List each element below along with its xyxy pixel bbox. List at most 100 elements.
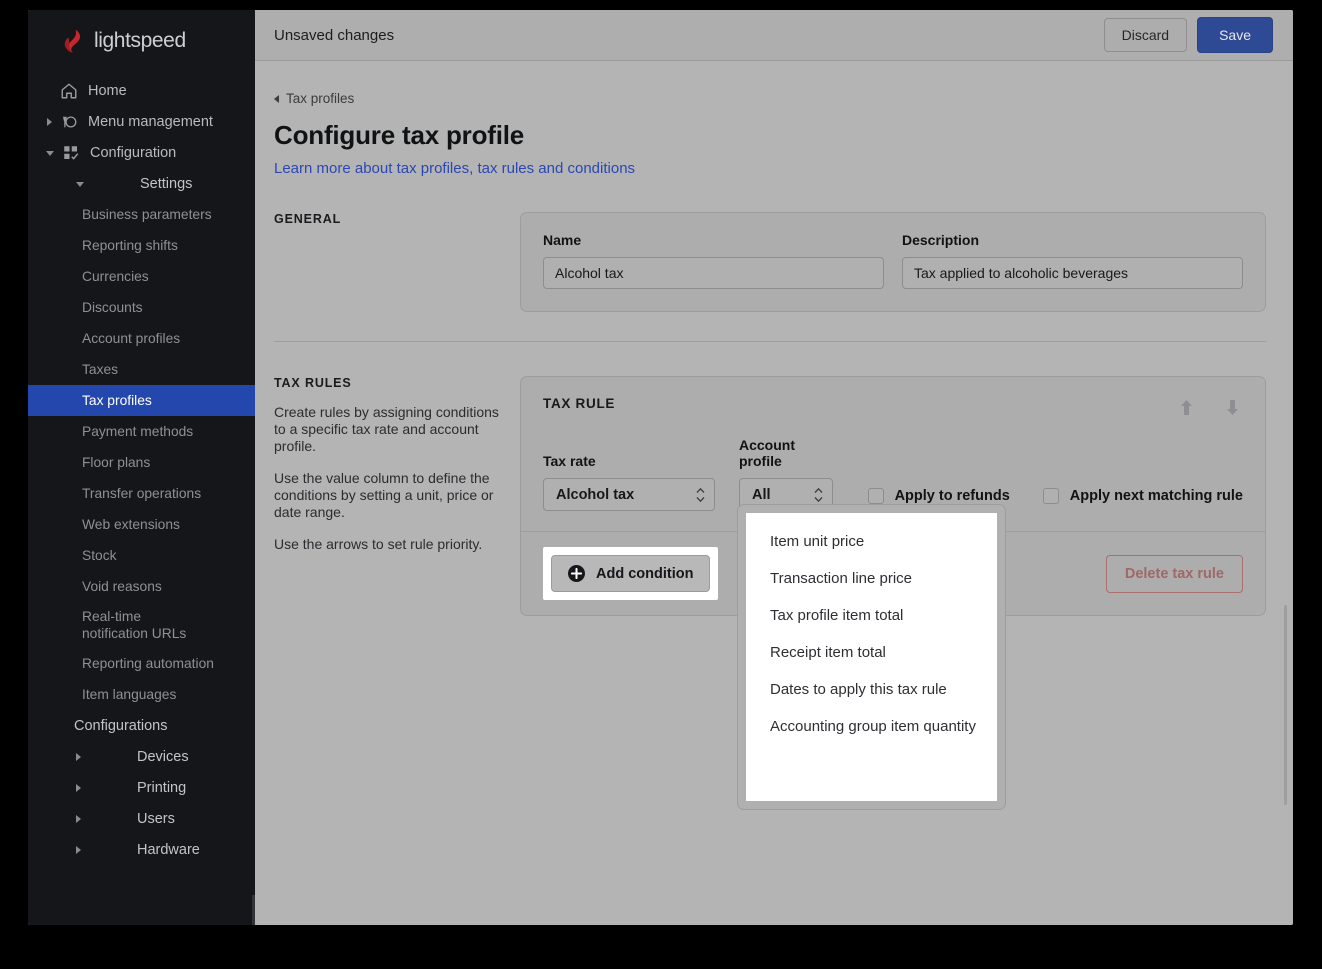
tax-rule-card-header: TAX RULE [543,396,1243,418]
apply-to-refunds-checkbox[interactable]: Apply to refunds [867,488,1010,504]
tax-rules-section-title: TAX RULES [274,376,352,390]
learn-more-link[interactable]: Learn more about tax profiles, tax rules… [274,160,635,177]
menu-management-icon [63,115,77,128]
sidebar-item-menu-management[interactable]: Menu management [28,106,255,137]
page-title: Configure tax profile [274,120,525,150]
sidebar-item-currencies[interactable]: Currencies [28,261,255,292]
general-section-title: GENERAL [274,212,342,226]
sidebar-item-label: Floor plans [82,455,151,470]
dropdown-item-tax-profile-item-total[interactable]: Tax profile item total [746,597,997,634]
tax-rate-label: Tax rate [543,453,596,469]
sidebar-item-label: Printing [137,779,187,796]
sidebar-item-transfer-operations[interactable]: Transfer operations [28,478,255,509]
sidebar-item-devices[interactable]: Devices [28,741,255,772]
sidebar-item-hardware[interactable]: Hardware [28,834,255,865]
dropdown-item-item-unit-price[interactable]: Item unit price [746,523,997,560]
sidebar-item-label: Tax profiles [82,393,152,408]
apply-to-refunds-label: Apply to refunds [894,488,1010,504]
general-fields-row: Name Description [543,232,1243,289]
add-condition-dropdown: Item unit price Transaction line price T… [737,504,1006,810]
add-condition-button[interactable]: Add condition [551,555,711,592]
sidebar-item-reporting-automation[interactable]: Reporting automation [28,648,255,679]
sidebar-item-stock[interactable]: Stock [28,540,255,571]
general-section: GENERAL Name Description [274,212,1293,312]
name-label: Name [543,232,582,248]
sidebar-item-label: Account profiles [82,331,181,346]
dropdown-item-accounting-group-item-quantity[interactable]: Accounting group item quantity [746,708,997,745]
breadcrumb-label: Tax profiles [286,91,355,106]
sidebar-item-account-profiles[interactable]: Account profiles [28,323,255,354]
name-input[interactable] [543,257,884,289]
plus-circle-icon [568,565,585,582]
sidebar-item-floor-plans[interactable]: Floor plans [28,447,255,478]
sidebar-item-configurations[interactable]: Configurations [28,710,255,741]
sidebar-item-label: Reporting automation [82,656,214,671]
description-input[interactable] [902,257,1243,289]
move-rule-up-button[interactable] [1175,396,1197,418]
chevron-down-icon[interactable] [46,151,54,156]
unsaved-changes-bar: Unsaved changes Discard Save [255,10,1293,61]
chevron-right-icon[interactable] [76,845,81,854]
sidebar-item-label: Users [137,810,175,827]
sidebar-item-payment-methods[interactable]: Payment methods [28,416,255,447]
chevron-right-icon[interactable] [76,814,81,823]
sidebar-item-tax-profiles[interactable]: Tax profiles [28,385,255,416]
sidebar-item-settings[interactable]: Settings [28,168,255,199]
chevron-left-icon [274,94,279,103]
sidebar-item-business-parameters[interactable]: Business parameters [28,199,255,230]
sidebar-item-label: Transfer operations [82,486,202,501]
tax-rate-select[interactable]: Alcohol tax [543,478,715,511]
tax-rule-controls: Tax rate Alcohol tax Account profile All… [543,437,1243,511]
apply-next-matching-rule-checkbox[interactable]: Apply next matching rule [1042,488,1243,504]
apply-next-matching-rule-label: Apply next matching rule [1069,488,1243,504]
chevron-right-icon[interactable] [76,783,81,792]
chevron-right-icon[interactable] [76,752,81,761]
dropdown-item-transaction-line-price[interactable]: Transaction line price [746,560,997,597]
sidebar-item-item-languages[interactable]: Item languages [28,679,255,710]
general-card: Name Description [520,212,1266,312]
sidebar-item-label: Web extensions [82,517,180,532]
sidebar-item-users[interactable]: Users [28,803,255,834]
name-field-group: Name [543,232,884,289]
brand-logo[interactable]: lightspeed [28,10,255,53]
caret-placeholder [47,87,52,95]
breadcrumb[interactable]: Tax profiles [274,91,354,106]
chevron-right-icon[interactable] [47,117,52,126]
dropdown-item-receipt-item-total[interactable]: Receipt item total [746,634,997,671]
tax-rate-group: Tax rate Alcohol tax [543,453,715,511]
stepper-icon [696,487,705,502]
save-button[interactable]: Save [1197,17,1273,53]
add-condition-label: Add condition [596,565,694,582]
sidebar-item-label: Item languages [82,687,177,702]
sidebar-item-configuration[interactable]: Configuration [28,137,255,168]
sidebar-item-label: Business parameters [82,207,212,222]
sidebar-nav: Home Menu management Configuration Setti… [28,75,255,865]
sidebar-item-label: Currencies [82,269,149,284]
arrow-down-icon [1226,399,1238,415]
delete-tax-rule-button[interactable]: Delete tax rule [1105,554,1243,593]
main-scrollbar[interactable] [1284,605,1287,805]
sidebar-item-reporting-shifts[interactable]: Reporting shifts [28,230,255,261]
sidebar-item-web-extensions[interactable]: Web extensions [28,509,255,540]
description-label: Description [902,232,980,248]
chevron-up-icon [814,487,823,493]
sidebar-item-home[interactable]: Home [28,75,255,106]
sidebar-item-void-reasons[interactable]: Void reasons [28,571,255,602]
sidebar-item-discounts[interactable]: Discounts [28,292,255,323]
sidebar-item-taxes[interactable]: Taxes [28,354,255,385]
sidebar-item-label: Home [88,82,127,99]
arrow-up-icon [1180,399,1192,415]
sidebar-item-label: Devices [137,748,189,765]
tax-rules-description-1: Create rules by assigning conditions to … [274,404,499,454]
dropdown-item-dates-to-apply[interactable]: Dates to apply this tax rule [746,671,997,708]
chevron-down-icon[interactable] [76,182,84,187]
sidebar-item-printing[interactable]: Printing [28,772,255,803]
tax-rule-card-title: TAX RULE [543,396,616,411]
discard-button[interactable]: Discard [1103,18,1188,52]
lightspeed-flame-icon [64,29,81,53]
sidebar-item-label: Menu management [88,113,213,130]
sidebar-item-realtime-notification-urls[interactable]: Real-time notification URLs [28,602,255,648]
tax-rules-left-column: TAX RULES Create rules by assigning cond… [274,376,514,553]
section-divider [274,341,1266,342]
move-rule-down-button[interactable] [1221,396,1243,418]
